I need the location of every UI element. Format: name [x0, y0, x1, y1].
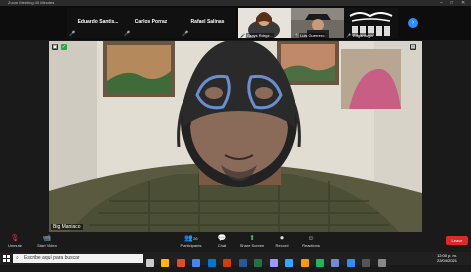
- windows-taskbar: ⌕ Escribe aquí para buscar 12:00 p. m. 2…: [0, 252, 471, 267]
- video-info-icon[interactable]: ▣: [52, 44, 58, 50]
- office-icon[interactable]: [176, 259, 185, 267]
- main-video-scene: [49, 41, 422, 232]
- record-button[interactable]: ⏺ Record: [267, 234, 297, 248]
- taskbar-search-box[interactable]: ⌕ Escribe aquí para buscar: [13, 254, 143, 263]
- reactions-icon: ☺: [307, 235, 315, 242]
- participants-count: 26: [193, 236, 198, 241]
- discord-icon[interactable]: [331, 259, 340, 267]
- participant-name: Grays Rdrgz...: [246, 33, 274, 38]
- file-explorer-icon[interactable]: [161, 259, 170, 267]
- muted-mic-icon: 🎤: [293, 33, 298, 38]
- excel-icon[interactable]: [254, 259, 263, 267]
- participant-tile[interactable]: Rafael Salinas 🎤: [180, 8, 235, 38]
- reactions-label: Reactions: [302, 243, 320, 248]
- participant-name: Luis Guerrero: [299, 33, 326, 38]
- spotify-icon[interactable]: [315, 259, 324, 267]
- participant-video-tile[interactable]: 🎤 Grays Rdrgz...: [238, 8, 291, 38]
- muted-mic-icon: 🎤: [346, 33, 351, 38]
- photoshop-icon[interactable]: [285, 259, 294, 267]
- edge-icon[interactable]: [207, 259, 216, 267]
- meeting-controls: 🎙 Unmute 📹 Start Video 👥26 Participants …: [0, 232, 471, 252]
- taskbar-apps: [146, 254, 389, 272]
- app-icon[interactable]: [377, 259, 386, 267]
- search-icon: ⌕: [16, 255, 19, 261]
- participant-name: Eduardo Santis...: [77, 19, 119, 25]
- gallery-view-icon[interactable]: ▦: [410, 44, 416, 50]
- chat-button[interactable]: 💬 Chat: [207, 234, 237, 248]
- security-shield-icon[interactable]: ✓: [61, 44, 67, 50]
- chat-icon: 💬: [217, 235, 227, 242]
- participant-tile[interactable]: Eduardo Santis... 🎤: [67, 8, 129, 38]
- powerpoint-icon[interactable]: [223, 259, 232, 267]
- participants-icon: 👥26: [184, 235, 198, 242]
- zoom-app-icon[interactable]: [346, 259, 355, 267]
- record-label: Record: [275, 243, 289, 248]
- app-icon[interactable]: [362, 259, 371, 267]
- participant-tile[interactable]: Carlos Porraz 🎤: [122, 8, 180, 38]
- participant-name: Rafael Salinas: [190, 19, 225, 25]
- participants-label: Participants: [180, 243, 202, 248]
- share-screen-button[interactable]: ⬆ Share Screen: [237, 234, 267, 248]
- participant-name: Carlos Porraz: [134, 19, 168, 25]
- participant-video-tile[interactable]: 🎤 Luis Guerrero: [291, 8, 344, 38]
- muted-mic-icon: 🎙: [10, 235, 20, 242]
- main-video: ▣ ✓ ▦ Big Maniaco: [49, 41, 422, 232]
- system-clock[interactable]: 12:00 p. m. 22/04/2021: [437, 253, 457, 263]
- muted-mic-icon: 🎤: [69, 31, 76, 37]
- illustrator-icon[interactable]: [300, 259, 309, 267]
- end-meeting-button[interactable]: Leave: [446, 236, 468, 245]
- start-video-button[interactable]: 📹 Start Video: [32, 234, 62, 248]
- record-icon: ⏺: [280, 235, 284, 242]
- next-page-arrow-icon[interactable]: ›: [408, 18, 418, 28]
- muted-mic-icon: 🎤: [124, 31, 131, 37]
- search-placeholder: Escribe aquí para buscar: [24, 255, 80, 261]
- unmute-label: Unmute: [7, 243, 22, 248]
- start-video-label: Start Video: [37, 243, 57, 248]
- muted-mic-icon: 🎤: [182, 31, 189, 37]
- muted-mic-icon: 🎤: [240, 33, 245, 38]
- windows-start-icon[interactable]: [3, 255, 10, 262]
- main-speaker-name: Big Maniaco: [51, 224, 83, 230]
- unmute-button[interactable]: 🎙 Unmute: [0, 234, 30, 248]
- premiere-icon[interactable]: [269, 259, 278, 267]
- share-screen-icon: ⬆: [249, 235, 255, 242]
- chrome-icon[interactable]: [192, 259, 201, 267]
- participant-name: Edgarduga: [352, 33, 374, 38]
- participants-button[interactable]: 👥26 Participants: [176, 234, 206, 248]
- participant-video-tile[interactable]: 🎤 Edgarduga: [344, 8, 398, 38]
- video-off-icon: 📹: [42, 235, 52, 242]
- chat-label: Chat: [217, 243, 227, 248]
- share-screen-label: Share Screen: [239, 243, 265, 248]
- task-view-icon[interactable]: [146, 259, 154, 267]
- clock-date: 22/04/2021: [436, 258, 457, 263]
- reactions-button[interactable]: ☺ Reactions: [296, 234, 326, 248]
- word-icon[interactable]: [238, 259, 247, 267]
